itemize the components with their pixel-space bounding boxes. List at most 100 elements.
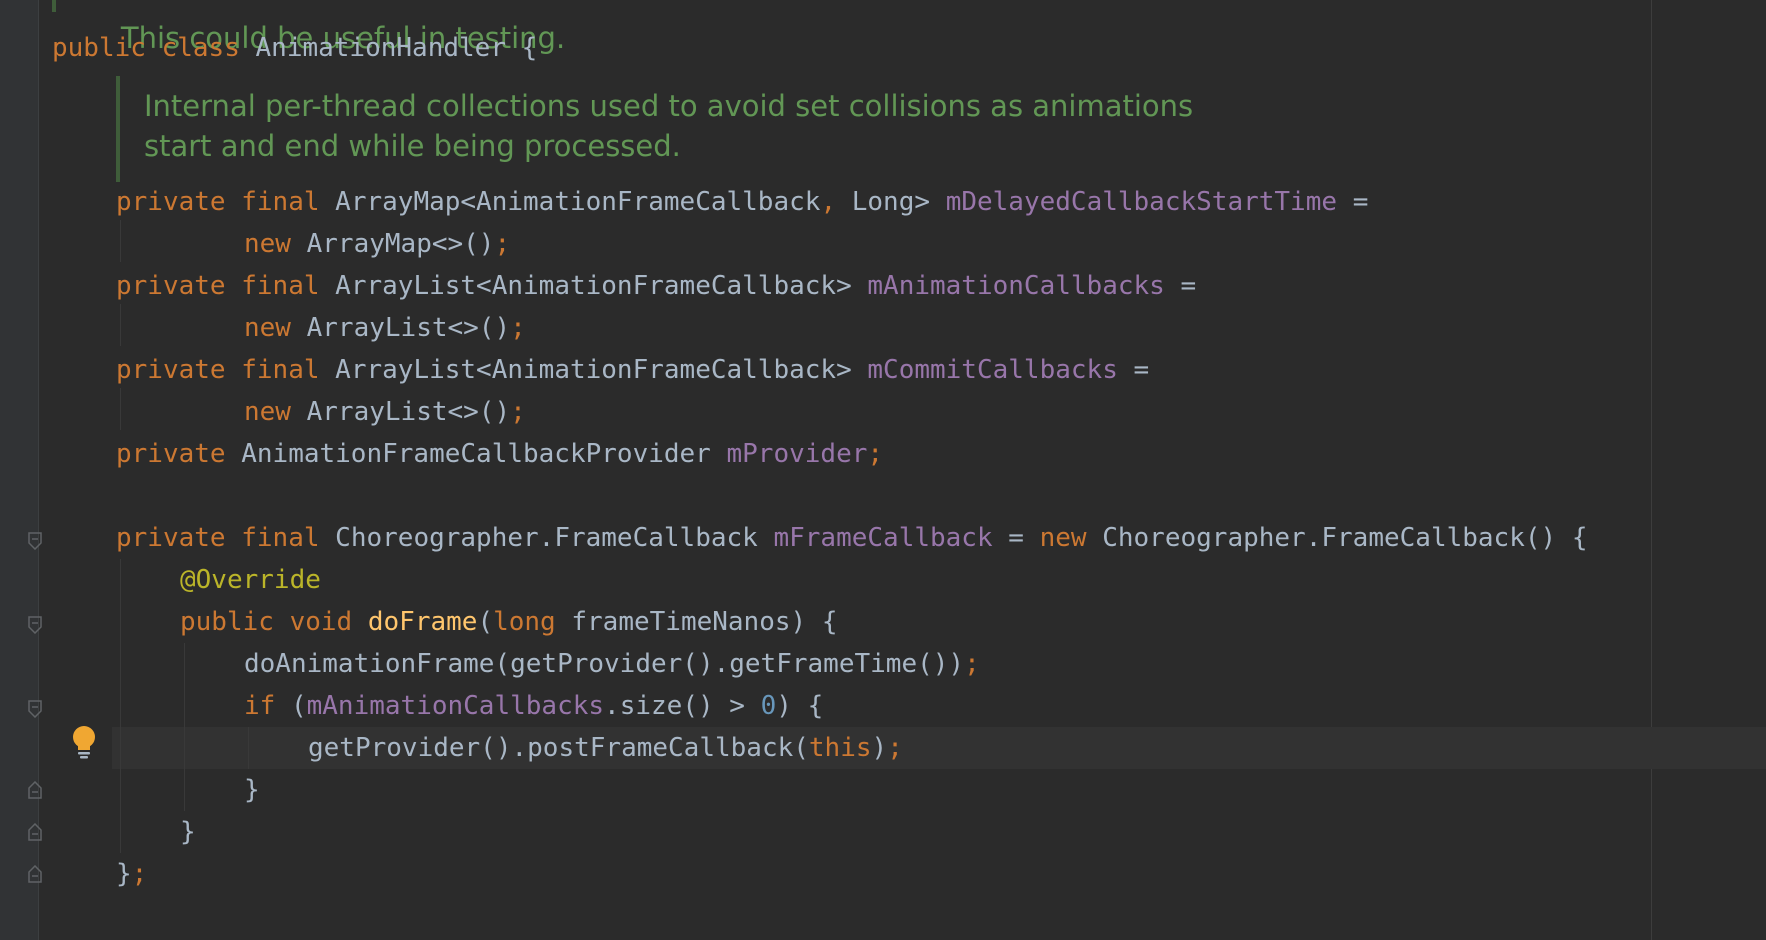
field-name: mDelayedCallbackStartTime xyxy=(945,187,1338,217)
code-line-post-frame-callback[interactable]: getProvider().postFrameCallback(this); xyxy=(308,727,903,769)
type: ArrayMap<AnimationFrameCallback xyxy=(335,187,821,217)
brace: { xyxy=(1571,523,1588,553)
semicolon: ; xyxy=(887,733,903,763)
keyword: private xyxy=(116,355,226,385)
call: doAnimationFrame(getProvider().getFrameT… xyxy=(244,649,965,679)
fold-end-marker-icon[interactable] xyxy=(28,865,42,883)
type: AnimationFrameCallbackProvider xyxy=(241,439,711,469)
code-line-close-method[interactable]: } xyxy=(180,811,196,853)
field-name: mFrameCallback xyxy=(773,523,993,553)
brace: { xyxy=(521,33,538,63)
keyword: final xyxy=(241,523,320,553)
keyword: new xyxy=(1039,523,1087,553)
semicolon: ; xyxy=(867,439,884,469)
operator: = xyxy=(1352,187,1369,217)
code-line-field-animation-init[interactable]: new ArrayList<>(); xyxy=(244,307,526,349)
code-line-close-if[interactable]: } xyxy=(244,769,260,811)
gutter[interactable] xyxy=(0,0,38,940)
comma: , xyxy=(820,187,837,217)
field-doc-line-1: Internal per-thread collections used to … xyxy=(144,89,1194,123)
keyword: void xyxy=(289,607,353,637)
field-name: mAnimationCallbacks xyxy=(867,271,1165,301)
keyword: long xyxy=(493,607,556,637)
code-line-method-decl[interactable]: public void doFrame(long frameTimeNanos)… xyxy=(180,601,838,643)
brace: } xyxy=(116,859,132,889)
indent-guide xyxy=(184,643,185,811)
keyword: new xyxy=(244,313,291,343)
indent-guide xyxy=(248,727,249,769)
right-margin-guide xyxy=(1651,0,1652,940)
code-line-field-delayed[interactable]: private final ArrayMap<AnimationFrameCal… xyxy=(116,181,1368,223)
paren: ) xyxy=(871,733,888,763)
type: ArrayList<AnimationFrameCallback> xyxy=(335,355,852,385)
call: getProvider().postFrameCallback( xyxy=(308,733,809,763)
code-line-do-animation-frame[interactable]: doAnimationFrame(getProvider().getFrameT… xyxy=(244,643,980,685)
paren: ) xyxy=(776,691,792,721)
code-line-annotation[interactable]: @Override xyxy=(180,559,321,601)
brace: } xyxy=(180,817,196,847)
indent-guide xyxy=(120,559,121,853)
code-line-if[interactable]: if (mAnimationCallbacks.size() > 0) { xyxy=(244,685,823,727)
code-line-close-class[interactable]: }; xyxy=(116,853,147,895)
operator: = xyxy=(1133,355,1150,385)
semicolon: ; xyxy=(494,229,511,259)
keyword: private xyxy=(116,187,226,217)
brace: { xyxy=(821,607,838,637)
field-doc-line-2: start and end while being processed. xyxy=(144,129,681,163)
keyword: public xyxy=(52,33,146,63)
keyword: this xyxy=(808,733,872,763)
keyword: new xyxy=(244,397,291,427)
fold-marker-icon[interactable] xyxy=(28,700,42,718)
param-name: frameTimeNanos xyxy=(571,607,791,637)
constructor: ArrayList<>() xyxy=(306,313,511,343)
operator: = xyxy=(1180,271,1197,301)
code-line-class-decl[interactable]: public class AnimationHandler { xyxy=(52,27,537,69)
type: Choreographer.FrameCallback xyxy=(335,523,758,553)
constructor: Choreographer.FrameCallback() xyxy=(1102,523,1557,553)
semicolon: ; xyxy=(964,649,980,679)
code-line-field-provider[interactable]: private AnimationFrameCallbackProvider m… xyxy=(116,433,883,475)
keyword: class xyxy=(161,33,240,63)
code-line-field-animation[interactable]: private final ArrayList<AnimationFrameCa… xyxy=(116,265,1196,307)
code-line-field-delayed-init[interactable]: new ArrayMap<>(); xyxy=(244,223,510,265)
number-literal: 0 xyxy=(760,691,777,721)
keyword: final xyxy=(241,187,320,217)
fold-marker-icon[interactable] xyxy=(28,616,42,634)
field-ref: mAnimationCallbacks xyxy=(306,691,605,721)
annotation: @Override xyxy=(180,565,321,595)
code-line-field-commit[interactable]: private final ArrayList<AnimationFrameCa… xyxy=(116,349,1149,391)
indent-guide xyxy=(120,220,121,262)
constructor: ArrayList<>() xyxy=(306,397,511,427)
keyword: private xyxy=(116,439,226,469)
class-doc-comment: This could be useful in testing. xyxy=(52,0,565,55)
keyword: if xyxy=(244,691,276,721)
type: ArrayList<AnimationFrameCallback> xyxy=(335,271,852,301)
type: Long> xyxy=(851,187,931,217)
operator: = xyxy=(1008,523,1024,553)
paren: ) xyxy=(790,607,807,637)
keyword: private xyxy=(116,523,226,553)
semicolon: ; xyxy=(131,859,148,889)
keyword: public xyxy=(180,607,274,637)
field-name: mProvider xyxy=(726,439,868,469)
field-name: mCommitCallbacks xyxy=(867,355,1118,385)
code-editor[interactable]: This could be useful in testing. Interna… xyxy=(0,0,1766,940)
fold-marker-icon[interactable] xyxy=(28,532,42,550)
fold-end-marker-icon[interactable] xyxy=(28,823,42,841)
code-line-field-commit-init[interactable]: new ArrayList<>(); xyxy=(244,391,526,433)
constructor: ArrayMap<>() xyxy=(306,229,495,259)
semicolon: ; xyxy=(510,397,526,427)
lightbulb-icon[interactable] xyxy=(70,724,98,760)
paren: ( xyxy=(290,691,307,721)
fold-end-marker-icon[interactable] xyxy=(28,781,42,799)
paren: ( xyxy=(477,607,494,637)
keyword: private xyxy=(116,271,226,301)
method-name: doFrame xyxy=(367,607,478,637)
brace: } xyxy=(244,775,260,805)
keyword: final xyxy=(241,271,320,301)
class-name: AnimationHandler xyxy=(255,33,506,63)
code-line-frame-callback[interactable]: private final Choreographer.FrameCallbac… xyxy=(116,517,1587,559)
indent-guide xyxy=(120,388,121,430)
field-doc-comment: Internal per-thread collections used to … xyxy=(116,76,1193,182)
brace: { xyxy=(807,691,824,721)
